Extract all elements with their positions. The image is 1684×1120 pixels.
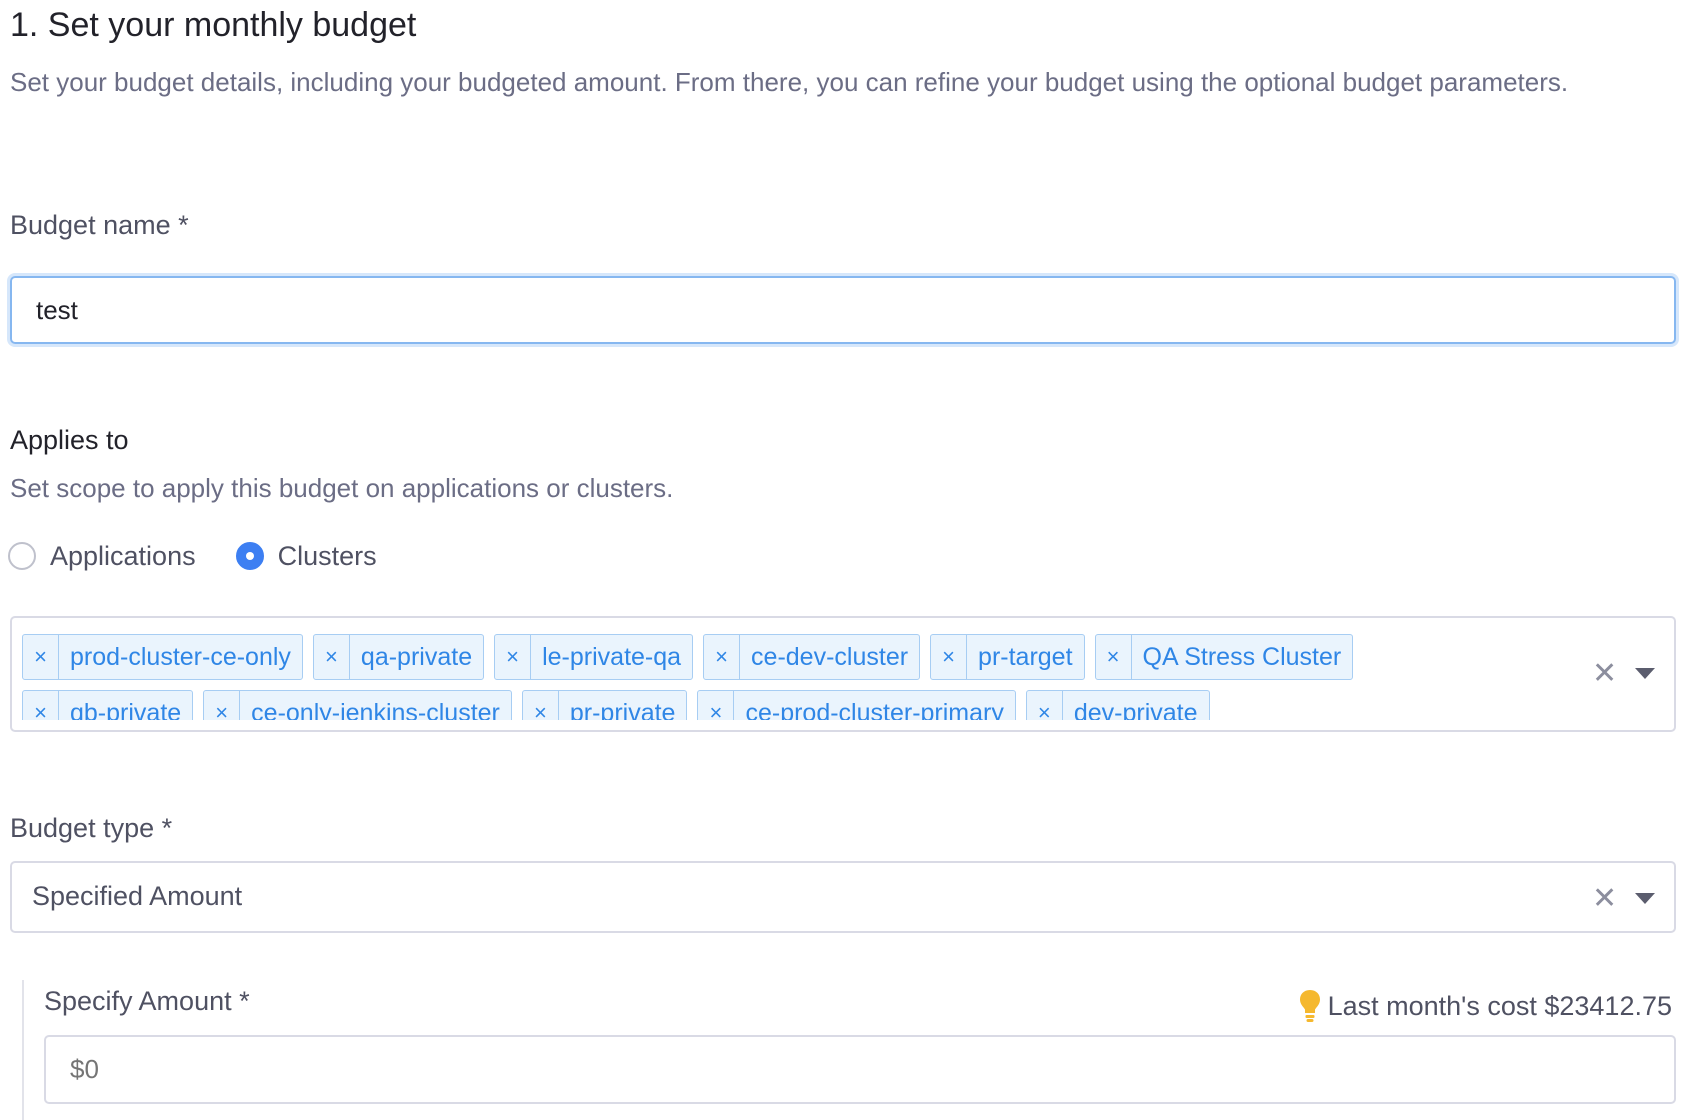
chevron-down-icon[interactable] xyxy=(1635,668,1656,679)
clusters-multi-select[interactable]: × prod-cluster-ce-only × qa-private × le-priv… xyxy=(10,616,1676,732)
remove-tag-icon[interactable]: × xyxy=(698,691,735,720)
cluster-tag-label: ce-only-jenkins-cluster xyxy=(251,699,500,720)
specify-amount-label: Specify Amount * xyxy=(44,986,250,1016)
cluster-tag: × qa-private xyxy=(312,634,485,680)
radio-clusters-circle[interactable] xyxy=(235,542,264,570)
remove-tag-icon[interactable]: × xyxy=(1027,691,1063,720)
remove-tag-icon[interactable]: × xyxy=(931,635,968,679)
lightbulb-icon xyxy=(1299,990,1320,1022)
budget-name-input[interactable]: test xyxy=(10,276,1676,344)
remove-tag-icon[interactable]: × xyxy=(23,691,59,720)
radio-applications[interactable]: Applications xyxy=(8,541,196,572)
remove-tag-icon[interactable]: × xyxy=(523,691,559,720)
clear-clusters-icon[interactable]: ✕ xyxy=(1592,656,1617,691)
radio-clusters[interactable]: Clusters xyxy=(235,540,377,572)
cluster-tag: × ce-prod-cluster-primary xyxy=(697,690,1016,720)
cluster-tag-label: pr-private xyxy=(569,699,676,720)
radio-clusters-label: Clusters xyxy=(277,540,377,571)
applies-to-description: Set scope to apply this budget on applic… xyxy=(10,473,674,503)
remove-tag-icon[interactable]: × xyxy=(204,691,241,720)
cluster-tag-label: QA Stress Cluster xyxy=(1142,643,1342,671)
chevron-down-icon[interactable] xyxy=(1635,893,1656,904)
cluster-tag: × dev-private xyxy=(1025,690,1210,720)
cluster-tag: × ce-only-jenkins-cluster xyxy=(203,690,512,720)
cluster-tag-label: dev-private xyxy=(1073,699,1198,720)
cluster-tag-label: qb-private xyxy=(70,699,182,720)
cluster-tag-label: pr-target xyxy=(978,643,1073,671)
cluster-tag-label: prod-cluster-ce-only xyxy=(70,643,291,671)
remove-tag-icon[interactable]: × xyxy=(495,635,532,679)
cluster-tag: × qb-private xyxy=(22,690,194,720)
cluster-tag-label: qa-private xyxy=(360,643,473,671)
remove-tag-icon[interactable]: × xyxy=(23,635,59,679)
indent-divider xyxy=(22,980,24,1120)
budget-type-value: Specified Amount xyxy=(32,881,243,911)
cluster-tag-label: ce-prod-cluster-primary xyxy=(745,699,1004,720)
remove-tag-icon[interactable]: × xyxy=(704,635,741,679)
remove-tag-icon[interactable]: × xyxy=(1096,635,1132,679)
cluster-tag: × pr-private xyxy=(521,690,688,720)
budget-type-select[interactable]: Specified Amount ✕ xyxy=(10,861,1676,933)
last-month-cost-text: Last month's cost $23412.75 xyxy=(1327,990,1672,1021)
cluster-tag: × ce-dev-cluster xyxy=(703,634,921,680)
radio-applications-circle[interactable] xyxy=(8,542,36,570)
last-month-cost-hint: Last month's cost $23412.75 xyxy=(1298,988,1672,1024)
clusters-select-controls: ✕ xyxy=(1592,656,1656,691)
cluster-tag: × QA Stress Cluster xyxy=(1094,634,1354,680)
scope-radio-group: Applications Clusters xyxy=(8,538,417,574)
section-description: Set your budget details, including your … xyxy=(10,67,1569,97)
specify-amount-input[interactable] xyxy=(44,1035,1676,1104)
budget-name-label: Budget name * xyxy=(10,210,189,240)
cluster-tag: × pr-target xyxy=(930,634,1085,680)
budget-type-label: Budget type * xyxy=(10,813,173,843)
remove-tag-icon[interactable]: × xyxy=(314,635,350,679)
cluster-tag-label: le-private-qa xyxy=(542,643,682,671)
cluster-tag: × le-private-qa xyxy=(494,634,694,680)
radio-applications-label: Applications xyxy=(50,540,196,571)
applies-to-label: Applies to xyxy=(10,425,129,455)
section-heading: 1. Set your monthly budget xyxy=(10,6,417,44)
clear-budget-type-icon[interactable]: ✕ xyxy=(1592,881,1617,916)
budget-type-controls: ✕ xyxy=(1592,881,1656,916)
cluster-tag: × prod-cluster-ce-only xyxy=(22,634,303,680)
selected-cluster-tags: × prod-cluster-ce-only × qa-private × le-priv… xyxy=(22,634,1492,720)
cluster-tag-label: ce-dev-cluster xyxy=(751,643,909,671)
